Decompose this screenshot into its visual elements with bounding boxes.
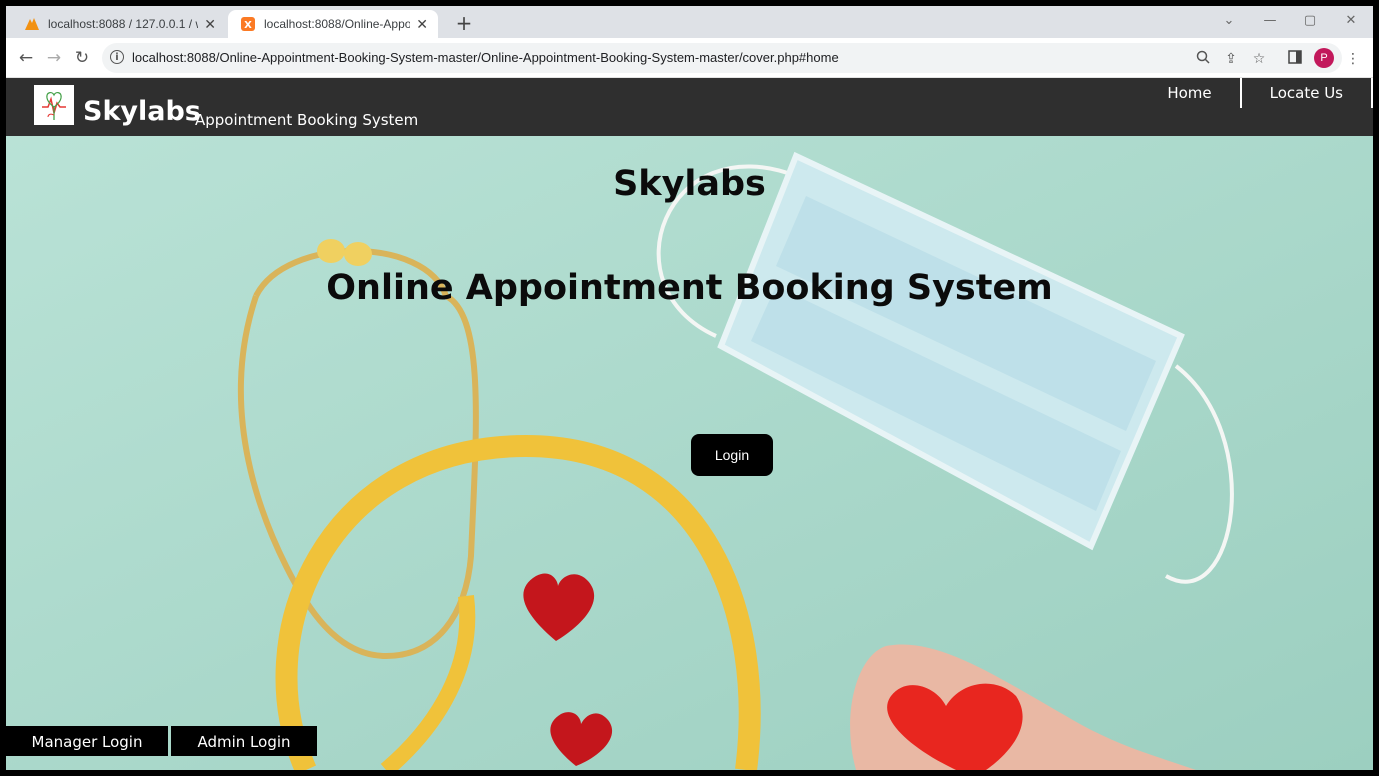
back-icon[interactable]: ← bbox=[14, 46, 38, 70]
phpmyadmin-icon bbox=[24, 16, 40, 32]
tab-title: localhost:8088 / 127.0.0.1 / wt_d bbox=[48, 17, 198, 31]
nav-home[interactable]: Home bbox=[1139, 78, 1239, 108]
site-info-icon[interactable]: i bbox=[110, 50, 124, 64]
site-brand[interactable]: Skylabs bbox=[83, 97, 201, 127]
address-bar[interactable]: i localhost:8088/Online-Appointment-Book… bbox=[102, 43, 1342, 73]
hero-title: Skylabs bbox=[613, 164, 766, 204]
menu-kebab-icon[interactable]: ⋮ bbox=[1344, 50, 1362, 68]
site-logo[interactable] bbox=[34, 85, 74, 125]
url-text[interactable]: localhost:8088/Online-Appointment-Bookin… bbox=[132, 50, 839, 65]
nav-locate-us[interactable]: Locate Us bbox=[1242, 78, 1371, 108]
hero-subtitle: Online Appointment Booking System bbox=[326, 268, 1053, 308]
site-nav: Home Locate Us bbox=[1139, 78, 1373, 108]
restore-icon[interactable]: ▢ bbox=[1290, 10, 1330, 32]
admin-login-button[interactable]: Admin Login bbox=[171, 726, 317, 756]
login-button[interactable]: Login bbox=[691, 434, 773, 476]
tab-strip: localhost:8088 / 127.0.0.1 / wt_d ✕ X lo… bbox=[6, 6, 1373, 38]
site-header: Skylabs Appointment Booking System Home … bbox=[6, 78, 1373, 136]
tab-search-icon[interactable]: ⌄ bbox=[1209, 10, 1249, 32]
close-tab-icon[interactable]: ✕ bbox=[204, 16, 216, 33]
forward-icon[interactable]: → bbox=[42, 46, 66, 70]
xampp-icon: X bbox=[240, 16, 256, 32]
nav-divider bbox=[1371, 78, 1373, 108]
close-window-icon[interactable]: ✕ bbox=[1331, 10, 1371, 32]
zoom-icon[interactable] bbox=[1194, 50, 1212, 68]
browser-window: localhost:8088 / 127.0.0.1 / wt_d ✕ X lo… bbox=[6, 6, 1373, 770]
background-image bbox=[6, 136, 1373, 770]
svg-text:X: X bbox=[244, 20, 252, 31]
tab-active[interactable]: X localhost:8088/Online-Appointm ✕ bbox=[228, 10, 438, 38]
reload-icon[interactable]: ↻ bbox=[70, 46, 94, 70]
minimize-icon[interactable]: — bbox=[1250, 10, 1290, 32]
side-panel-icon[interactable] bbox=[1286, 50, 1304, 68]
share-icon[interactable]: ⇪ bbox=[1222, 50, 1240, 68]
close-tab-icon[interactable]: ✕ bbox=[416, 16, 428, 33]
manager-login-button[interactable]: Manager Login bbox=[6, 726, 168, 756]
browser-toolbar: ← → ↻ i localhost:8088/Online-Appointmen… bbox=[6, 38, 1373, 78]
profile-avatar[interactable]: P bbox=[1314, 48, 1334, 68]
bookmark-star-icon[interactable]: ☆ bbox=[1250, 50, 1268, 68]
site-brand-subtitle: Appointment Booking System bbox=[195, 111, 419, 129]
web-page: Skylabs Appointment Booking System Home … bbox=[6, 78, 1373, 770]
new-tab-icon[interactable]: + bbox=[450, 10, 478, 38]
tab-title: localhost:8088/Online-Appointm bbox=[264, 17, 411, 31]
tab-phpmyadmin[interactable]: localhost:8088 / 127.0.0.1 / wt_d ✕ bbox=[12, 10, 226, 38]
